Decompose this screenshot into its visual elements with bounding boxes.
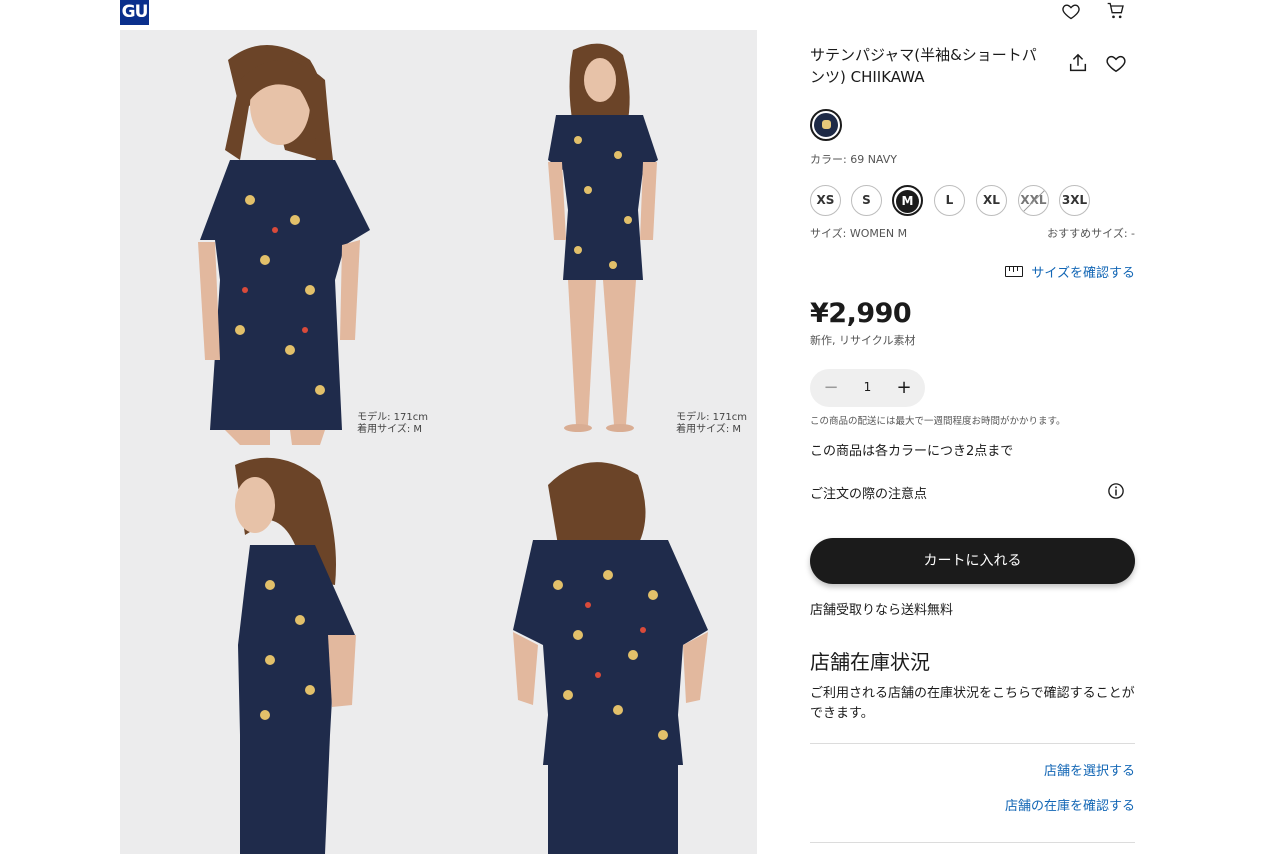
check-store-stock-link[interactable]: 店舗の在庫を確認する: [1005, 795, 1135, 814]
favorite-icon[interactable]: [1105, 52, 1127, 74]
product-photo-back[interactable]: [438, 445, 757, 854]
color-label: カラー: 69 NAVY: [810, 153, 897, 166]
store-stock-heading: 店舗在庫状況: [810, 650, 930, 674]
price: ¥2,990: [810, 298, 912, 329]
info-icon[interactable]: [1107, 482, 1125, 500]
photo-caption: モデル: 171cm 着用サイズ: M: [676, 412, 747, 435]
product-photo-front-closeup[interactable]: モデル: 171cm 着用サイズ: M: [120, 30, 438, 445]
gu-logo[interactable]: GU: [120, 0, 149, 25]
divider: [810, 842, 1135, 843]
divider: [810, 743, 1135, 744]
price-note: 新作, リサイクル素材: [810, 334, 916, 347]
selected-size-label: サイズ: WOMEN M: [810, 227, 908, 240]
ruler-icon: [1005, 266, 1024, 277]
product-photo-side[interactable]: [120, 445, 438, 854]
increment-button[interactable]: +: [885, 369, 923, 407]
recommended-size-label: おすすめサイズ: -: [1047, 227, 1135, 240]
select-store-link[interactable]: 店舗を選択する: [1044, 760, 1135, 779]
product-gallery: モデル: 171cm 着用サイズ: M モデル: 171cm 着用サイズ: M: [120, 30, 757, 854]
size-option-xl[interactable]: XL: [976, 185, 1007, 216]
decrement-button[interactable]: −: [812, 369, 850, 407]
store-stock-description: ご利用される店舗の在庫状況をこちらで確認することができます。: [810, 686, 1135, 721]
size-option-xxl[interactable]: XXL: [1018, 185, 1049, 216]
size-check-link[interactable]: サイズを確認する: [1005, 262, 1135, 281]
quantity-stepper: − 1 +: [810, 369, 925, 407]
purchase-limit-note: この商品は各カラーにつき2点まで: [810, 444, 1014, 459]
share-icon[interactable]: [1067, 52, 1089, 74]
product-title: サテンパジャマ(半袖&ショートパンツ) CHIIKAWA: [810, 46, 1037, 86]
add-to-cart-button[interactable]: カートに入れる: [810, 538, 1135, 584]
quantity-value: 1: [863, 380, 872, 394]
size-option-l[interactable]: L: [934, 185, 965, 216]
photo-caption: モデル: 171cm 着用サイズ: M: [357, 412, 428, 435]
size-option-xs[interactable]: XS: [810, 185, 841, 216]
product-photo-full-body[interactable]: モデル: 171cm 着用サイズ: M: [438, 30, 757, 445]
color-swatch-navy[interactable]: [810, 109, 842, 141]
pickup-note: 店舗受取りなら送料無料: [810, 603, 954, 618]
size-option-3xl[interactable]: 3XL: [1059, 185, 1090, 216]
size-option-m[interactable]: M: [892, 185, 923, 216]
product-detail-panel: サテンパジャマ(半袖&ショートパンツ) CHIIKAWA カラー: 69 NAV…: [810, 0, 1135, 854]
delivery-note: この商品の配送には最大で一週間程度お時間がかかります。: [810, 416, 1066, 427]
order-notes-label[interactable]: ご注文の際の注意点: [810, 483, 927, 502]
size-option-s[interactable]: S: [851, 185, 882, 216]
